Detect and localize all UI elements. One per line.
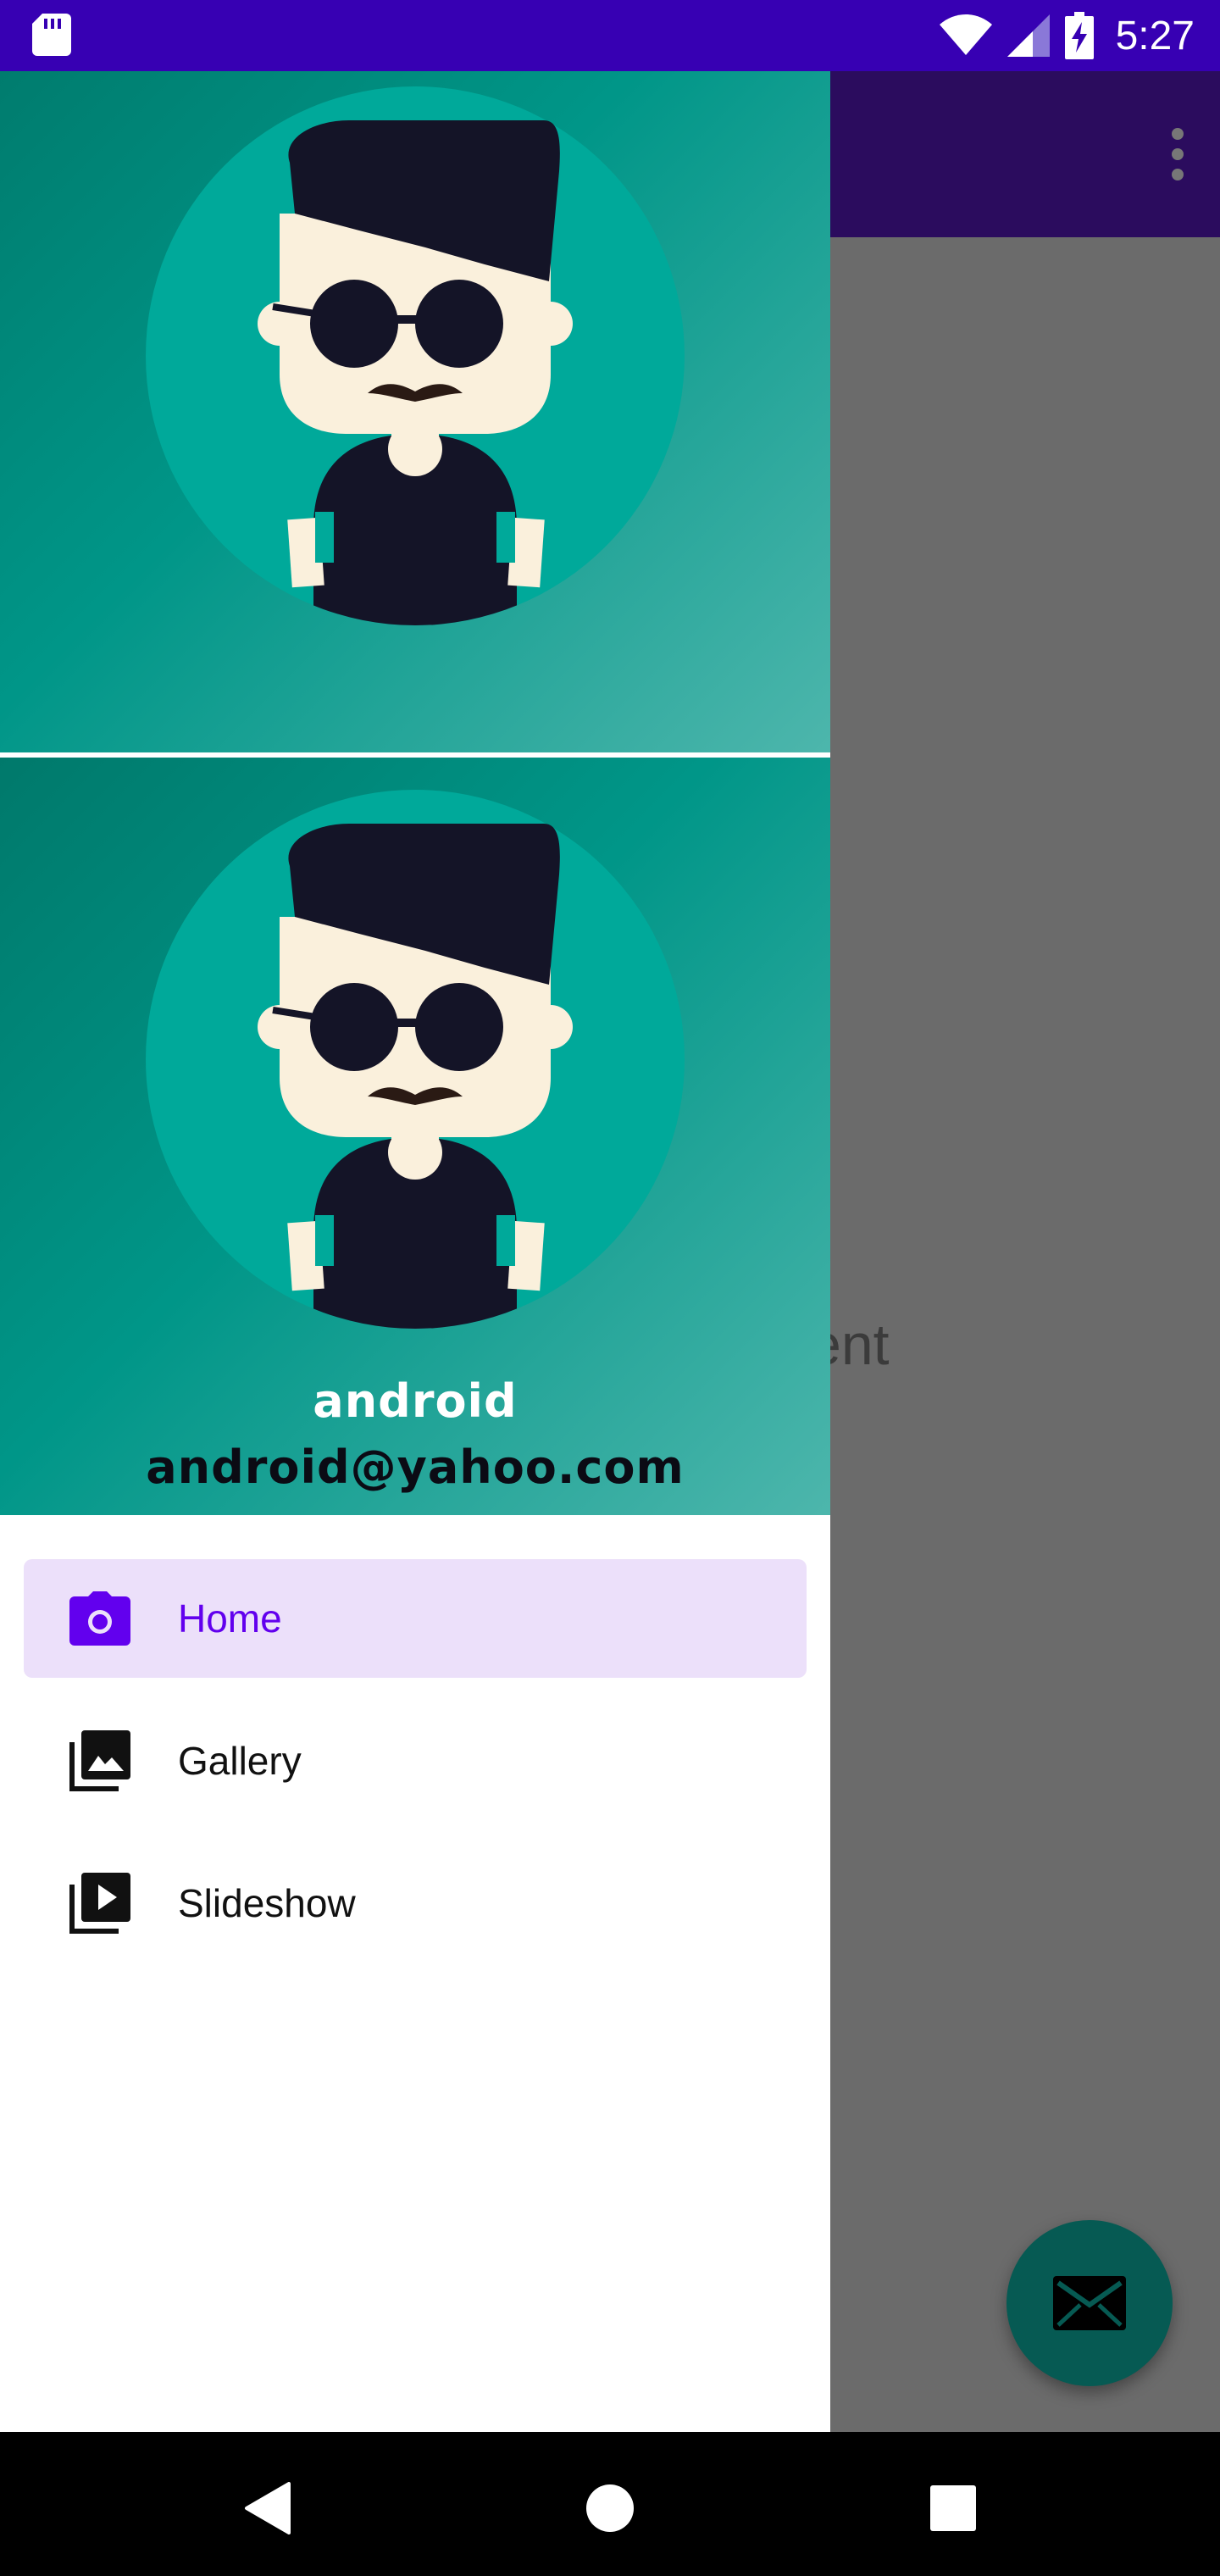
gallery-icon	[69, 1730, 130, 1791]
menu-item-slideshow[interactable]: Slideshow	[24, 1844, 807, 1963]
menu-item-label: Home	[178, 1596, 282, 1641]
status-bar: 5:27	[0, 0, 1220, 71]
navigation-drawer: android android@yahoo.com Home Gallery S…	[0, 71, 830, 2432]
status-time: 5:27	[1115, 13, 1195, 58]
overflow-menu-icon[interactable]	[1169, 127, 1186, 181]
system-navigation-bar	[0, 2432, 1220, 2576]
drawer-header-upper	[0, 71, 830, 752]
home-button[interactable]	[576, 2474, 644, 2542]
email-icon	[1053, 2276, 1126, 2330]
menu-item-label: Slideshow	[178, 1881, 356, 1925]
menu-item-home[interactable]: Home	[24, 1559, 807, 1678]
menu-item-gallery[interactable]: Gallery	[24, 1702, 807, 1820]
battery-charging-icon	[1064, 12, 1094, 59]
home-icon	[586, 2484, 634, 2532]
wifi-icon	[939, 14, 992, 55]
nav-header-email: android@yahoo.com	[146, 1441, 685, 1494]
back-button[interactable]	[233, 2474, 301, 2542]
menu-item-label: Gallery	[178, 1739, 302, 1783]
cellular-signal-icon	[1006, 14, 1050, 57]
sd-card-icon	[32, 14, 71, 56]
nav-header-name: android	[313, 1374, 518, 1428]
camera-icon	[69, 1588, 130, 1649]
recents-button[interactable]	[919, 2474, 987, 2542]
avatar-icon	[146, 86, 685, 625]
recents-icon	[930, 2485, 976, 2531]
drawer-header: android android@yahoo.com	[0, 758, 830, 1515]
back-icon	[245, 2482, 291, 2534]
avatar-icon	[146, 790, 685, 1329]
slideshow-icon	[69, 1873, 130, 1934]
email-fab-button[interactable]	[1006, 2220, 1173, 2386]
